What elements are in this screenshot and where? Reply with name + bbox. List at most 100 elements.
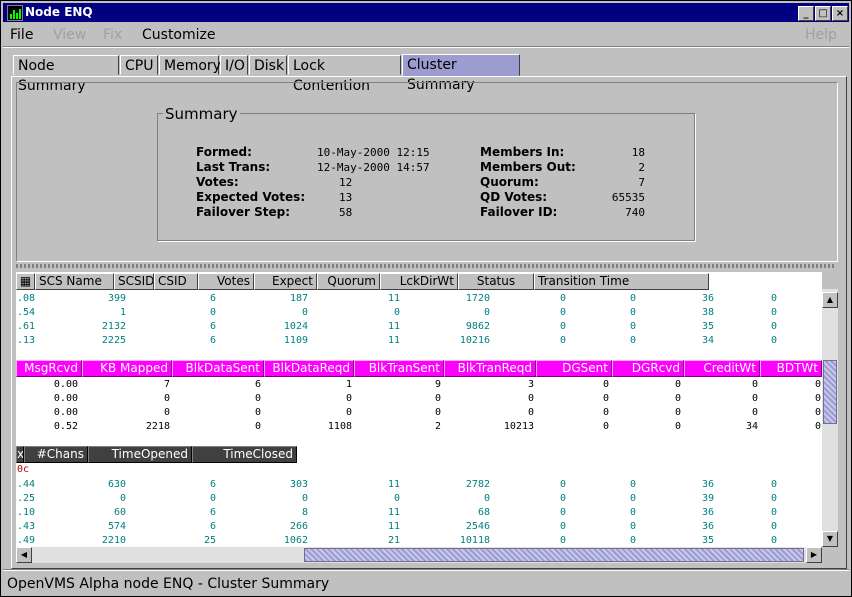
table-cell: 2225 [101,335,126,346]
col-votes[interactable]: Votes [198,273,254,290]
menu-customize[interactable]: Customize [142,27,216,43]
horizontal-scrollbar[interactable]: ◀ ▶ [16,547,822,563]
table-cell: 0 [770,521,777,532]
table-cell: 9 [434,379,441,390]
table-cell: 0 [751,379,758,390]
col-x[interactable]: x [16,446,24,463]
tab-cpu[interactable]: CPU [120,55,158,75]
col-blkdatareqd[interactable]: BlkDataReqd [264,360,354,377]
col-blktranreqd[interactable]: BlkTranReqd [444,360,536,377]
table-cell: 11 [387,321,400,332]
table-cell: 0 [674,421,681,432]
table-cell: 35 [701,321,714,332]
col-status[interactable]: Status [458,273,534,290]
table-row-marker: 0c [17,464,30,475]
scroll-left-icon[interactable]: ◀ [16,547,32,563]
table-cell: 0 [254,421,261,432]
scroll-down-icon[interactable]: ▼ [822,531,838,547]
tab-memory[interactable]: Memory [159,55,221,75]
scroll-up-icon[interactable]: ▲ [822,292,838,308]
maximize-button[interactable]: □ [815,6,831,21]
table-cell: 0 [770,535,777,546]
table-cell: 2782 [465,479,490,490]
table-cell: 0 [559,335,566,346]
tab-io[interactable]: I/O [220,55,248,75]
col-time-opened[interactable]: TimeOpened [88,446,192,463]
col-kb-mapped[interactable]: KB Mapped [82,360,172,377]
expected-votes-value: 13 [339,191,353,204]
col-dgsent[interactable]: DGSent [536,360,612,377]
table-cell: 0 [814,379,821,390]
col-quorum[interactable]: Quorum [317,273,380,290]
scroll-right-icon[interactable]: ▶ [806,547,822,563]
failover-step-value: 58 [339,206,353,219]
table-cell: 0.00 [53,393,78,404]
tab-node-summary[interactable]: Node Summary [13,55,119,94]
table-cell: .10 [17,507,36,518]
table-cell: 0.00 [53,407,78,418]
pane-splitter[interactable] [16,264,836,268]
table-cell: 0 [345,393,352,404]
menu-view[interactable]: View [53,27,86,43]
table-cell: 2 [434,421,441,432]
col-dgrcvd[interactable]: DGRcvd [612,360,684,377]
table-cell: .44 [17,479,36,490]
col-blkdatasent[interactable]: BlkDataSent [172,360,264,377]
table-cell: 0 [602,407,609,418]
table-cell: 0 [254,407,261,418]
menu-fix[interactable]: Fix [103,27,122,43]
formed-value: 10-May-2000 12:15 [317,146,430,159]
table-cell: 1 [119,307,126,318]
col-lckdirwt[interactable]: LckDirWt [380,273,458,290]
table-cell: 11 [387,521,400,532]
table-cell: 60 [113,507,126,518]
tab-cluster-summary[interactable]: Cluster Summary [402,54,520,93]
table-cell: .49 [17,535,36,546]
menu-file[interactable]: File [10,27,33,43]
table-cell: 187 [289,293,308,304]
table-cell: 36 [701,293,714,304]
col-blktransent[interactable]: BlkTranSent [354,360,444,377]
col-expect[interactable]: Expect [254,273,317,290]
table-cell: 0 [602,421,609,432]
table-cell: 0 [770,321,777,332]
col-csid[interactable]: CSID [154,273,198,290]
tab-disk[interactable]: Disk [249,55,287,75]
col-msgrcvd[interactable]: MsgRcvd [16,360,82,377]
col-creditwt[interactable]: CreditWt [684,360,760,377]
tab-lock-contention[interactable]: Lock Contention [288,55,401,94]
table-cell: 7 [163,379,170,390]
table-cell: 1108 [327,421,352,432]
last-trans-value: 12-May-2000 14:57 [317,161,430,174]
minimize-button[interactable]: _ [798,6,814,21]
table-cell: 10216 [459,335,490,346]
table-cell: 0 [770,479,777,490]
table-cell: 0 [559,535,566,546]
horizontal-scroll-thumb[interactable] [304,548,804,562]
col-time-closed[interactable]: TimeClosed [192,446,297,463]
col-scsid[interactable]: SCSID [114,273,154,290]
col-bdtwt[interactable]: BDTWt [760,360,822,377]
table-menu-icon[interactable]: ▦ [16,273,35,290]
table-cell: 0 [629,535,636,546]
table-cell: 0 [629,307,636,318]
menu-help[interactable]: Help [805,27,837,43]
main-window: Node ENQ _ □ × File View Fix Customize H… [0,0,852,597]
table-cell: 0 [674,379,681,390]
qd-votes-value: 65535 [611,191,645,204]
table-cell: 0 [602,379,609,390]
failover-id-label: Failover ID: [480,205,558,219]
col-scs-name[interactable]: SCS Name [35,273,114,290]
title-bar[interactable]: Node ENQ _ □ × [3,3,849,22]
vertical-scroll-thumb[interactable] [823,360,837,424]
table-cell: 0 [559,479,566,490]
close-button[interactable]: × [832,6,848,21]
table-cell: 2218 [145,421,170,432]
table-cell: 0 [770,507,777,518]
col-chans[interactable]: #Chans [24,446,88,463]
table-cell: 0 [254,393,261,404]
col-transition-time[interactable]: Transition Time [534,273,709,290]
vertical-scrollbar[interactable]: ▲ ▼ [822,289,838,547]
quorum-label: Quorum: [480,175,539,189]
table-cell: 0.00 [53,379,78,390]
